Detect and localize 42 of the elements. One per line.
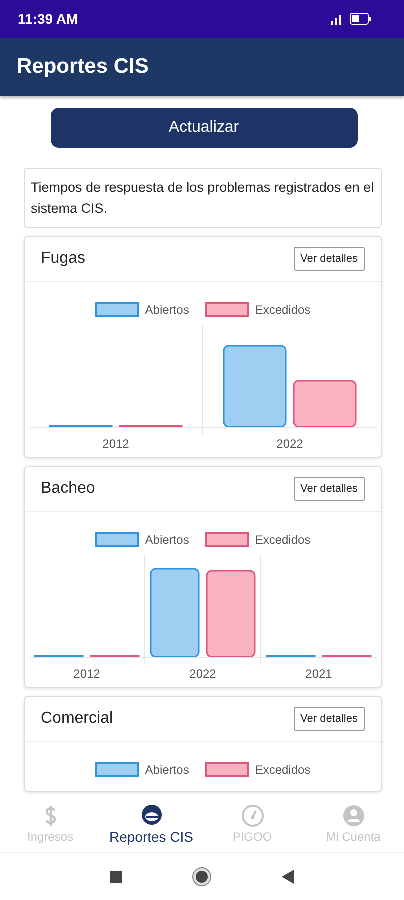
square-icon: [110, 870, 122, 882]
back-icon: [282, 870, 294, 884]
legend-swatch: [205, 302, 250, 317]
home-icon: [192, 866, 212, 886]
screen-title: Reportes CIS: [17, 55, 149, 79]
legend-swatch: [205, 762, 250, 777]
card-title: Fugas: [41, 250, 86, 268]
bar: [293, 380, 357, 428]
card-title: Bacheo: [41, 480, 96, 498]
person-icon: [342, 804, 366, 828]
bar: [322, 655, 372, 658]
legend-label: Excedidos: [255, 532, 311, 546]
card-title: Comercial: [41, 710, 114, 728]
legend-label: Excedidos: [255, 762, 311, 776]
details-button[interactable]: Ver detalles: [294, 247, 365, 271]
battery-icon: [350, 13, 372, 25]
axis-label: 2022: [276, 437, 304, 451]
legend-swatch: [95, 302, 140, 317]
legend-swatch: [95, 532, 140, 547]
bar: [34, 655, 84, 658]
nav-tab[interactable]: Reportes CIS: [101, 795, 202, 852]
legend-label: Excedidos: [255, 302, 311, 316]
legend-swatch: [95, 762, 140, 777]
legend-label: Abiertos: [145, 302, 190, 316]
legend-label: Abiertos: [145, 532, 190, 546]
legend-label: Abiertos: [145, 762, 190, 776]
legend-swatch: [205, 532, 250, 547]
details-button[interactable]: Ver detalles: [294, 477, 365, 501]
bar: [266, 655, 316, 658]
gauge-icon: [240, 804, 264, 828]
axis-label: 2022: [190, 667, 216, 681]
bar: [90, 655, 140, 658]
description-text: Tiempos de respuesta de los problemas registrados en el sistema CIS.: [31, 180, 374, 216]
axis-label: 2012: [74, 667, 100, 681]
clock: 11:39 AM: [18, 11, 78, 27]
refresh-button[interactable]: Actualizar: [50, 108, 358, 148]
axis-label: 2021: [306, 667, 332, 681]
bar: [119, 425, 183, 428]
axis-label: 2012: [102, 437, 130, 451]
signal-icon: [328, 13, 344, 25]
bar: [49, 425, 113, 428]
details-button[interactable]: Ver detalles: [294, 707, 365, 731]
